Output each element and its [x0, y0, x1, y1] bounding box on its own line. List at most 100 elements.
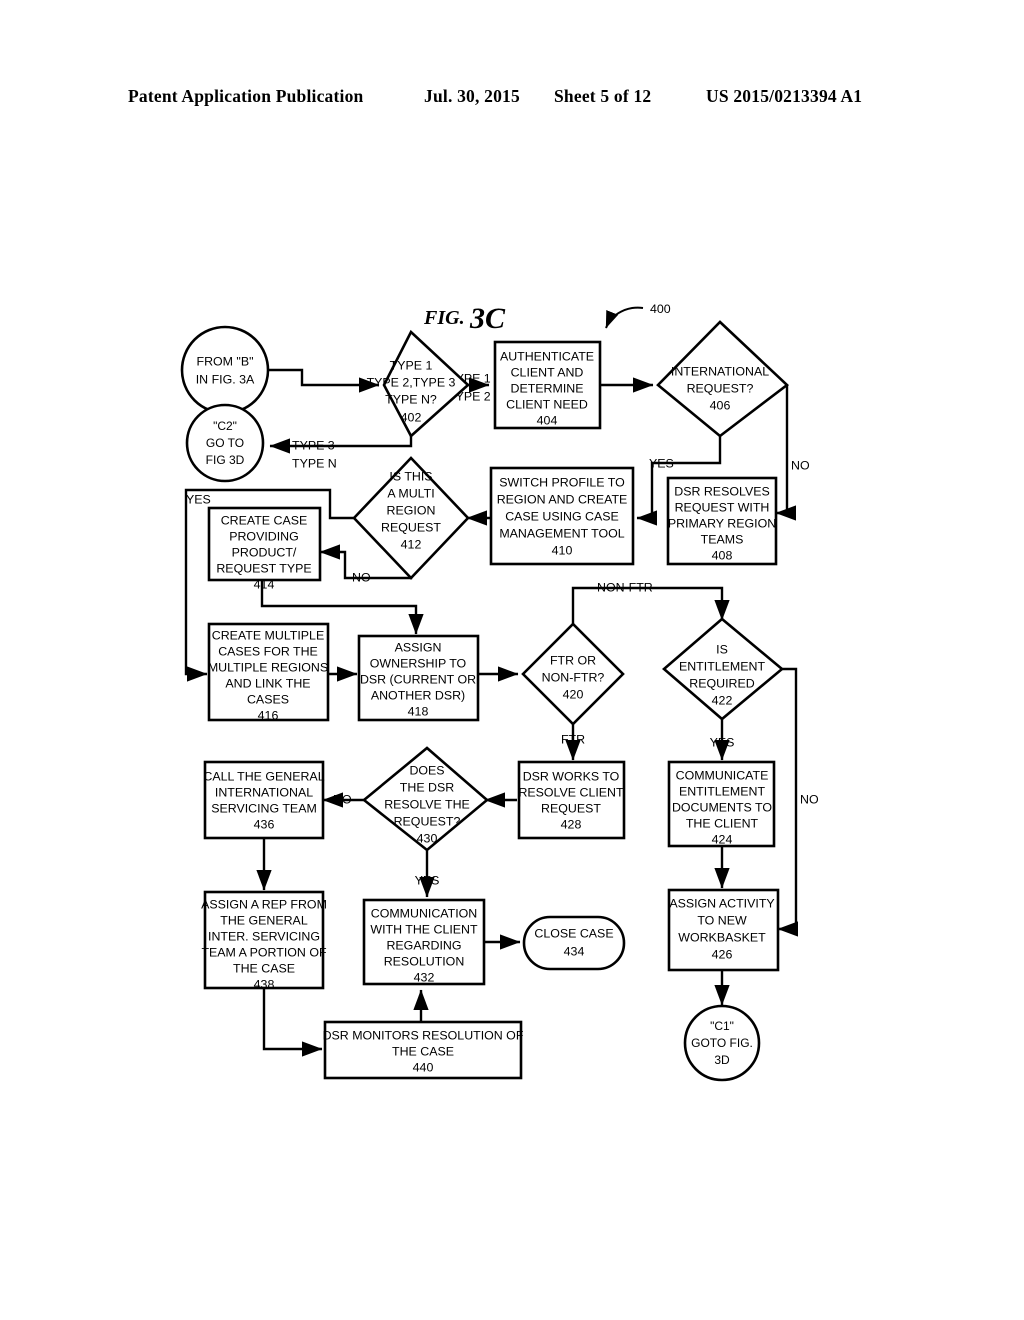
node-414-line-2: PRODUCT/ — [232, 545, 297, 559]
edge-label-ent-no: NO — [800, 792, 819, 806]
node-420-ref: 420 — [563, 687, 584, 701]
node-422-entitlement-required[interactable]: IS ENTITLEMENT REQUIRED 422 — [662, 617, 785, 721]
edge-label-multi-yes: YES — [186, 492, 211, 506]
node-c1-line-0: "C1" — [710, 1019, 734, 1033]
node-438-assign-rep[interactable]: ASSIGN A REP FROM THE GENERAL INTER. SER… — [201, 890, 327, 991]
node-418-ref: 418 — [408, 704, 429, 718]
node-404-line-0: AUTHENTICATE — [500, 349, 594, 363]
node-432-line-3: RESOLUTION — [384, 954, 465, 968]
edge-label-ent-yes: YES — [710, 735, 735, 749]
node-c2-line-2: FIG 3D — [206, 453, 245, 467]
node-412-ref: 412 — [401, 537, 422, 551]
diagram-ref-leader — [605, 306, 644, 329]
node-436-line-2: SERVICING TEAM — [211, 801, 317, 815]
node-418-line-3: ANOTHER DSR) — [371, 688, 465, 702]
node-412-line-2: REGION — [387, 503, 436, 517]
figure-title-prefix: FIG. — [423, 307, 465, 329]
node-412-multi-region-request[interactable]: IS THIS A MULTI REGION REQUEST 412 — [352, 456, 470, 580]
node-c1-line-1: GOTO FIG. — [691, 1036, 753, 1050]
node-430-line-3: REQUEST? — [394, 814, 461, 828]
node-416-line-2: MULTIPLE REGIONS — [208, 660, 328, 674]
node-436-call-international-team[interactable]: CALL THE GENERAL INTERNATIONAL SERVICING… — [203, 760, 325, 840]
node-416-line-0: CREATE MULTIPLE — [212, 628, 324, 642]
node-428-line-2: REQUEST — [541, 801, 601, 815]
node-418-line-0: ASSIGN — [395, 640, 442, 654]
flowchart-svg: FIG. 3C 400 TYPE 1 TYPE 2 TYPE 3 TYPE N … — [180, 302, 819, 1082]
node-424-line-3: THE CLIENT — [686, 816, 759, 830]
node-438-line-1: THE GENERAL — [220, 913, 308, 927]
edge-fromb-402 — [268, 368, 380, 393]
edge-label-intl-no: NO — [791, 458, 810, 472]
node-c2-connector[interactable]: "C2" GO TO FIG 3D — [185, 403, 265, 483]
node-408-line-1: REQUEST WITH — [675, 500, 770, 514]
node-428-ref: 428 — [561, 817, 582, 831]
edge-label-intl-yes: YES — [649, 456, 674, 470]
node-416-line-4: CASES — [247, 692, 289, 706]
node-436-line-1: INTERNATIONAL — [215, 785, 313, 799]
node-404-authenticate-client[interactable]: AUTHENTICATE CLIENT AND DETERMINE CLIENT… — [493, 340, 602, 430]
node-404-line-1: CLIENT AND — [511, 365, 584, 379]
node-420-ftr-or-nonftr[interactable]: FTR OR NON-FTR? 420 — [521, 622, 625, 726]
node-430-does-dsr-resolve[interactable]: DOES THE DSR RESOLVE THE REQUEST? 430 — [361, 746, 490, 852]
node-from-b-line-0: FROM "B" — [197, 354, 254, 368]
node-426-line-1: TO NEW — [697, 913, 747, 927]
node-432-communication-resolution[interactable]: COMMUNICATION WITH THE CLIENT REGARDING … — [362, 898, 486, 986]
node-436-line-0: CALL THE GENERAL — [203, 769, 324, 783]
node-c1-connector[interactable]: "C1" GOTO FIG. 3D — [683, 1004, 761, 1082]
node-440-line-0: DSR MONITORS RESOLUTION OF — [323, 1028, 524, 1042]
node-418-assign-ownership[interactable]: ASSIGN OWNERSHIP TO DSR (CURRENT OR ANOT… — [357, 634, 480, 722]
edge-label-ftr: FTR — [561, 732, 585, 746]
node-434-close-case[interactable]: CLOSE CASE 434 — [522, 915, 626, 971]
node-410-switch-profile[interactable]: SWITCH PROFILE TO REGION AND CREATE CASE… — [489, 466, 635, 566]
node-440-dsr-monitors-resolution[interactable]: DSR MONITORS RESOLUTION OF THE CASE 440 — [323, 1020, 524, 1080]
node-432-line-1: WITH THE CLIENT — [370, 922, 478, 936]
figure-title-number: 3C — [469, 302, 506, 335]
edge-label-multi-no: NO — [352, 570, 371, 584]
node-402-line-0: TYPE 1 — [390, 358, 433, 372]
node-408-dsr-resolves-request[interactable]: DSR RESOLVES REQUEST WITH PRIMARY REGION… — [666, 476, 778, 566]
node-414-line-1: PROVIDING — [229, 529, 299, 543]
node-406-ref: 406 — [710, 398, 731, 412]
node-from-b[interactable]: FROM "B" IN FIG. 3A — [180, 325, 270, 415]
node-402-line-2: TYPE N? — [385, 392, 437, 406]
node-410-line-3: MANAGEMENT TOOL — [499, 526, 624, 540]
node-412-line-0: IS THIS — [389, 469, 432, 483]
node-424-line-2: DOCUMENTS TO — [672, 800, 772, 814]
node-402-line-1: TYPE 2,TYPE 3 — [367, 375, 456, 389]
node-416-create-multiple-cases[interactable]: CREATE MULTIPLE CASES FOR THE MULTIPLE R… — [207, 622, 330, 722]
node-430-line-1: THE DSR — [400, 780, 454, 794]
node-418-line-1: OWNERSHIP TO — [370, 656, 467, 670]
node-422-line-0: IS — [716, 642, 728, 656]
node-408-line-2: PRIMARY REGION — [668, 516, 776, 530]
node-424-communicate-entitlement[interactable]: COMMUNICATE ENTITLEMENT DOCUMENTS TO THE… — [667, 760, 776, 848]
node-426-assign-activity-workbasket[interactable]: ASSIGN ACTIVITY TO NEW WORKBASKET 426 — [667, 888, 780, 972]
node-434-line-0: CLOSE CASE — [534, 926, 613, 940]
node-440-line-1: THE CASE — [392, 1044, 454, 1058]
node-426-ref: 426 — [712, 947, 733, 961]
edge-label-type3: TYPE 3 — [292, 438, 335, 452]
edge-label-nonftr: NON-FTR — [597, 580, 653, 594]
node-438-line-0: ASSIGN A REP FROM — [201, 897, 327, 911]
edge-label-resolve-no: NO — [333, 792, 352, 806]
edge-label-typen: TYPE N — [292, 456, 337, 470]
node-422-line-1: ENTITLEMENT — [679, 659, 765, 673]
node-402-type-decision[interactable]: TYPE 1 TYPE 2,TYPE 3 TYPE N? 402 — [367, 329, 470, 439]
node-428-dsr-works-resolve[interactable]: DSR WORKS TO RESOLVE CLIENT REQUEST 428 — [517, 760, 626, 840]
node-428-line-0: DSR WORKS TO — [523, 769, 620, 783]
node-438-line-2: INTER. SERVICING — [208, 929, 320, 943]
node-422-line-2: REQUIRED — [689, 676, 754, 690]
node-430-ref: 430 — [417, 831, 438, 845]
node-434-ref: 434 — [564, 944, 585, 958]
node-408-line-0: DSR RESOLVES — [674, 484, 769, 498]
node-410-line-2: CASE USING CASE — [505, 509, 619, 523]
node-404-line-3: CLIENT NEED — [506, 397, 588, 411]
node-412-line-1: A MULTI — [387, 486, 434, 500]
node-414-create-case[interactable]: CREATE CASE PROVIDING PRODUCT/ REQUEST T… — [207, 506, 322, 591]
node-432-ref: 432 — [414, 970, 435, 984]
node-432-line-0: COMMUNICATION — [371, 906, 477, 920]
node-410-line-1: REGION AND CREATE — [497, 492, 628, 506]
node-440-ref: 440 — [413, 1060, 434, 1074]
node-406-international-request[interactable]: INTERNATIONAL REQUEST? 406 — [656, 320, 790, 438]
node-412-line-3: REQUEST — [381, 520, 441, 534]
node-from-b-line-1: IN FIG. 3A — [196, 372, 255, 386]
